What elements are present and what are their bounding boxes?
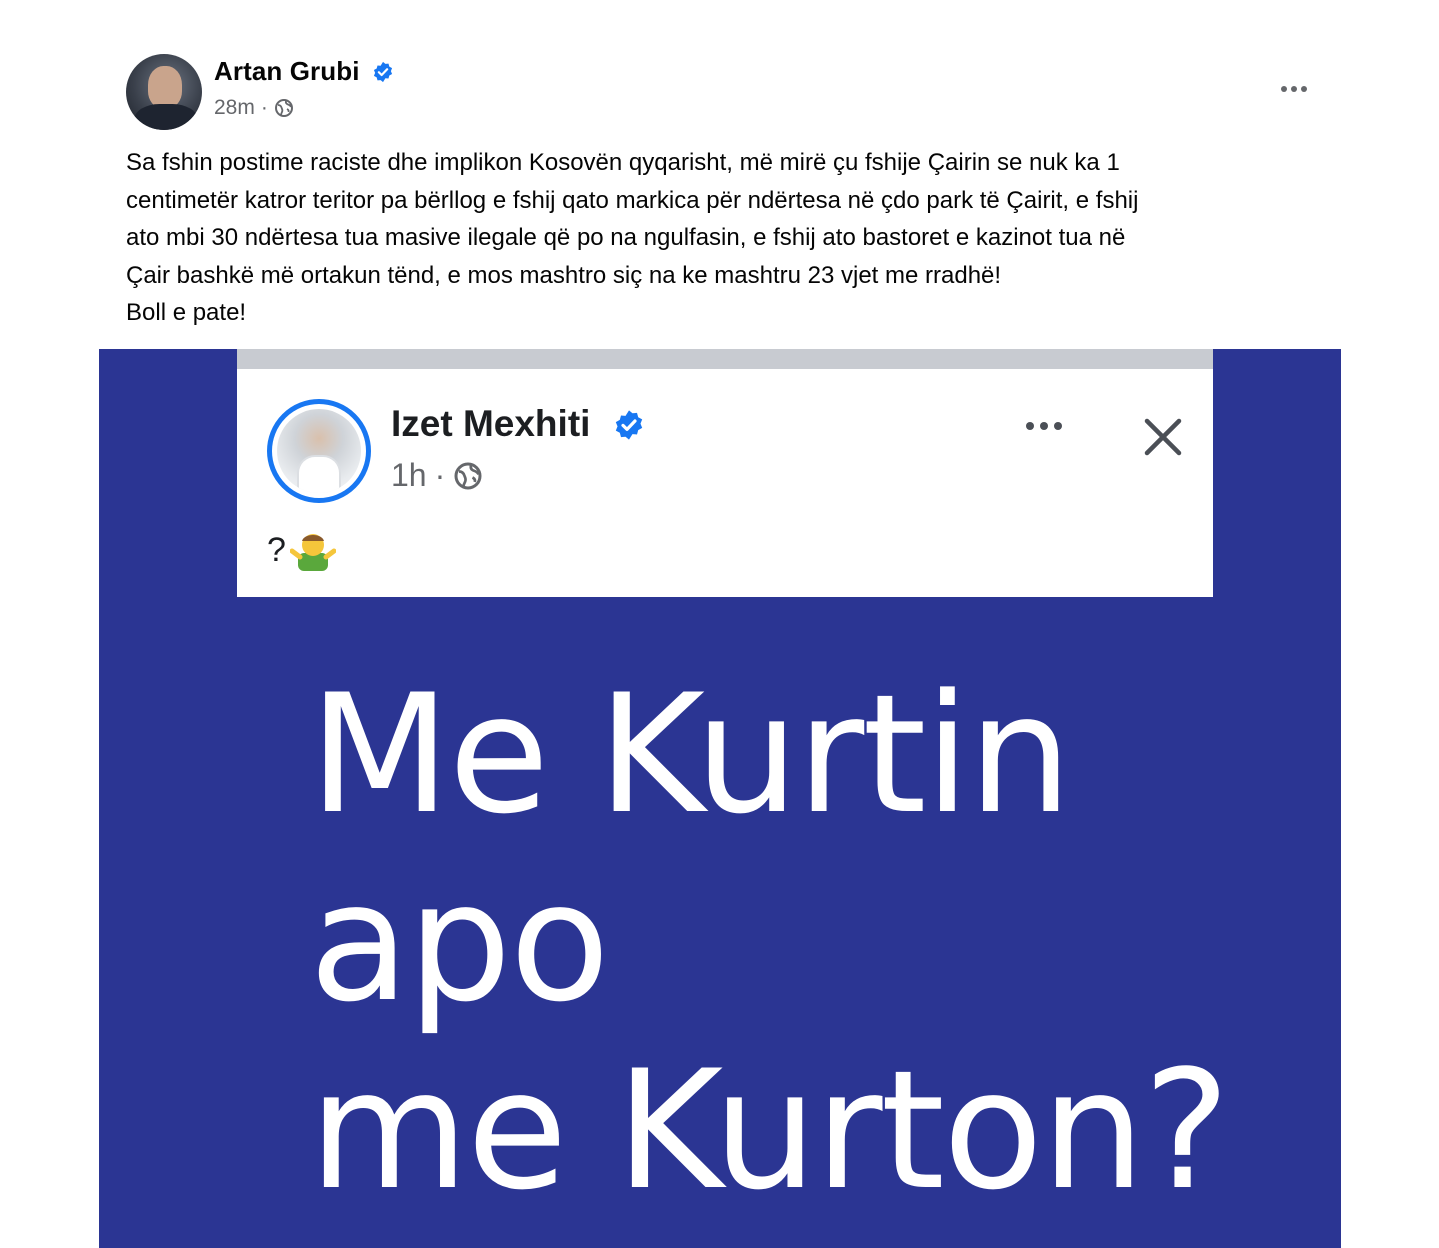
avatar-suit <box>134 104 198 130</box>
headline-line: Me Kurtin <box>309 659 1072 850</box>
shared-author-name: Izet Mexhiti <box>391 403 591 444</box>
meta-separator: · <box>260 96 268 119</box>
meta-separator: · <box>434 457 446 493</box>
headline-line: apo <box>309 847 610 1038</box>
post-meta: 28m · <box>214 96 294 120</box>
post-text-line: Boll e pate! <box>126 299 247 326</box>
shared-post-time: 1h <box>391 457 427 493</box>
person-shrugging-emoji <box>289 534 336 571</box>
shared-post-meta: 1h · <box>391 457 483 494</box>
facebook-post: Artan Grubi 28m · Sa fshin postime racis… <box>0 0 1439 1248</box>
image-headline: Me Kurtin apo me Kurton? <box>309 659 1230 1226</box>
shared-avatar-picture <box>277 409 361 493</box>
post-text-line: Çair bashkë më ortakun tënd, e mos masht… <box>126 261 1002 289</box>
shared-author-avatar <box>267 399 371 503</box>
post-image[interactable]: Izet Mexhiti 1h · ? Me Kurtin apo me Kur… <box>99 349 1341 1248</box>
author-name[interactable]: Artan Grubi <box>214 56 360 87</box>
close-icon <box>1144 418 1182 456</box>
more-options-icon[interactable] <box>1272 76 1316 102</box>
globe-icon <box>274 99 293 117</box>
author-avatar[interactable] <box>126 54 202 130</box>
more-options-icon <box>1019 411 1069 441</box>
post-text: Sa fshin postime raciste dhe implikon Ko… <box>126 144 1326 332</box>
headline-line: me Kurton? <box>309 1035 1230 1226</box>
post-text-line: ato mbi 30 ndërtesa tua masive ilegale q… <box>126 224 1126 251</box>
shared-post-question: ? <box>267 530 286 569</box>
shared-post-screenshot: Izet Mexhiti 1h · ? <box>237 349 1213 597</box>
post-text-line: Sa fshin postime raciste dhe implikon Ko… <box>126 149 1120 176</box>
avatar-face <box>148 66 182 108</box>
post-time[interactable]: 28m <box>214 96 255 120</box>
verified-badge-icon <box>373 61 393 83</box>
globe-icon <box>454 462 482 489</box>
verified-badge-icon <box>615 410 643 440</box>
post-text-line: centimetër katror teritor pa bërllog e f… <box>126 186 1139 214</box>
shared-post-text: ? <box>267 527 336 573</box>
